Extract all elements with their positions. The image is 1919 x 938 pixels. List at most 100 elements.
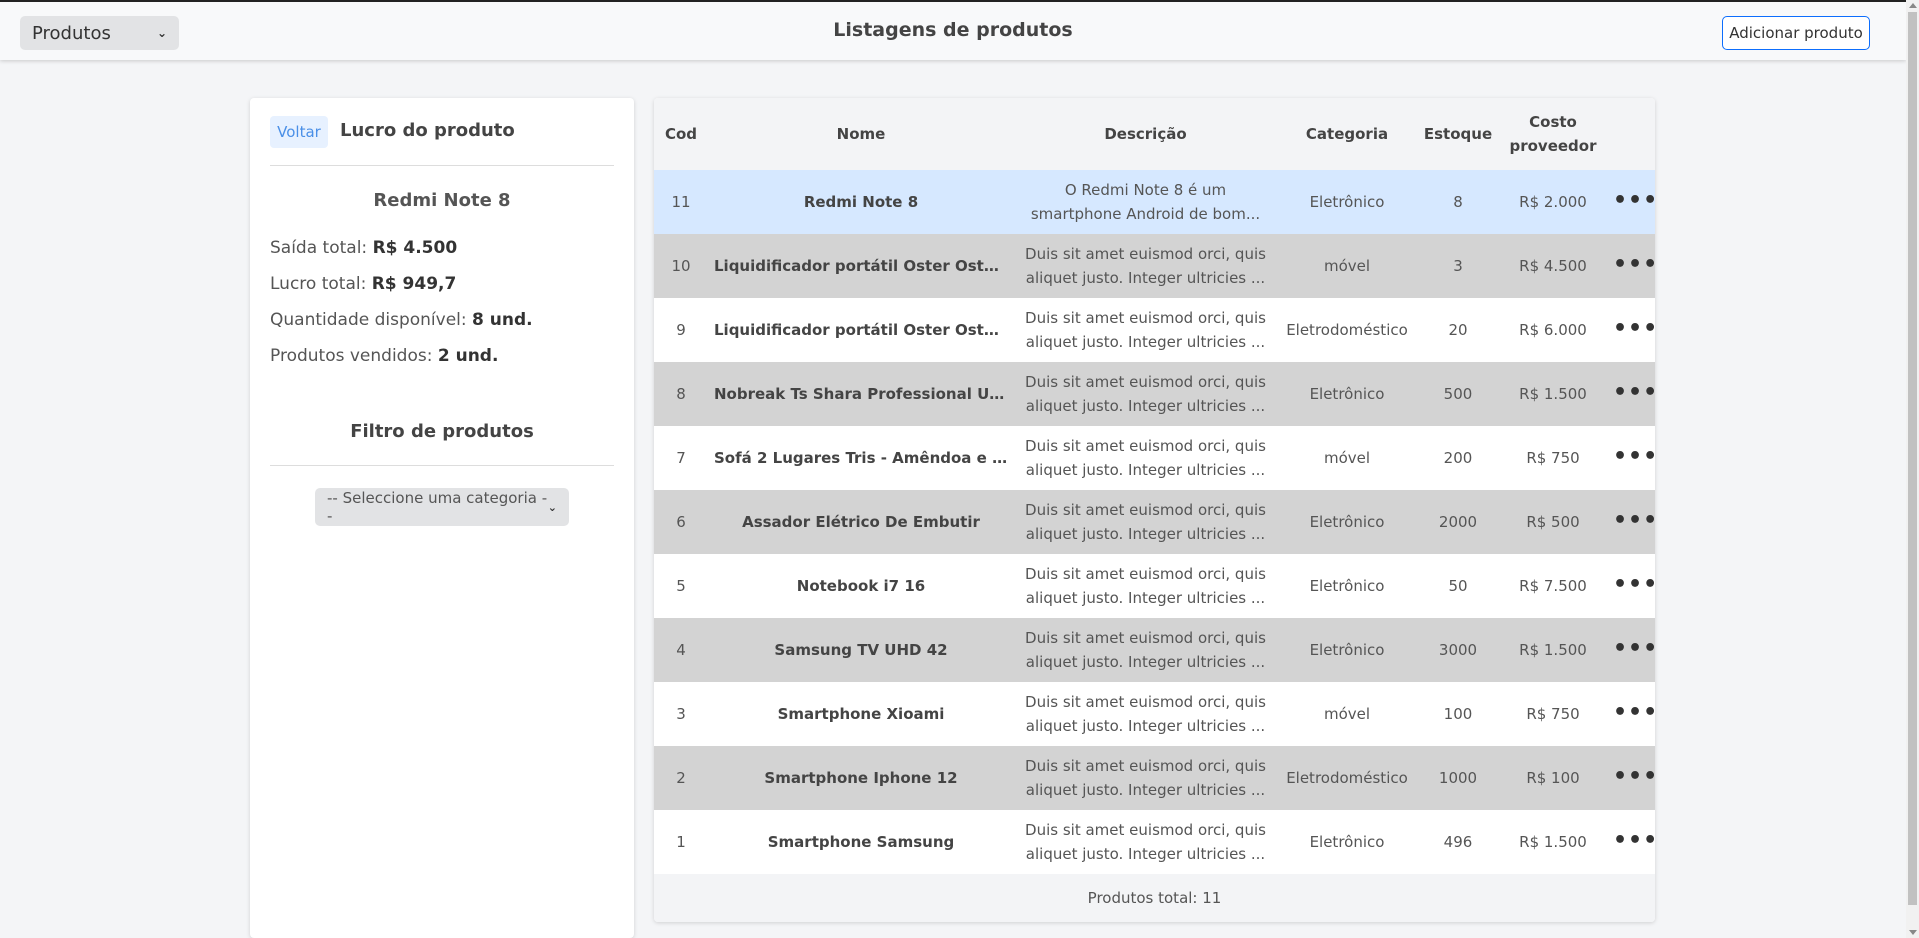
profit-panel-title: Lucro do produto <box>340 120 515 141</box>
cell-supplier-cost: R$ 500 <box>1526 513 1580 531</box>
description-text: Duis sit amet euismod orci, quis aliquet… <box>1025 629 1266 671</box>
cell-category: móvel <box>1323 449 1371 467</box>
cell-name: Nobreak Ts Shara Professional Univers... <box>714 385 1014 403</box>
column-header-category[interactable]: Categoria <box>1277 98 1417 170</box>
table-row[interactable]: 8 Nobreak Ts Shara Professional Univers..… <box>654 362 1655 426</box>
more-horizontal-icon[interactable]: ••• <box>1613 188 1655 213</box>
table-footer-row: Produtos total: 11 <box>654 874 1655 922</box>
more-horizontal-icon[interactable]: ••• <box>1613 636 1655 661</box>
cell-category: Eletrônico <box>1309 513 1385 531</box>
add-product-button[interactable]: Adicionar produto <box>1722 16 1870 50</box>
cell-description: Duis sit amet euismod orci, quis aliquet… <box>1014 234 1277 298</box>
cell-name: Redmi Note 8 <box>803 193 919 211</box>
cell-cod: 2 <box>676 769 686 787</box>
back-button[interactable]: Voltar <box>270 116 328 148</box>
cell-cod: 4 <box>676 641 686 659</box>
table-row[interactable]: 2 Smartphone Iphone 12 Duis sit amet euism… <box>654 746 1655 810</box>
scroll-down-icon[interactable] <box>1909 930 1917 935</box>
table-row[interactable]: 7 Sofá 2 Lugares Tris - Amêndoa e Tecid..… <box>654 426 1655 490</box>
cell-supplier-cost: R$ 750 <box>1526 449 1580 467</box>
cell-name: Smartphone Samsung <box>767 833 955 851</box>
selected-product-name: Redmi Note 8 <box>373 190 511 211</box>
cell-category: móvel <box>1323 257 1371 275</box>
stat-label: Quantidade disponível: <box>270 310 473 330</box>
cell-stock: 20 <box>1448 321 1468 339</box>
row-actions-cell: ••• <box>1607 362 1655 426</box>
description-text: Duis sit amet euismod orci, quis aliquet… <box>1025 437 1266 479</box>
cell-cod: 9 <box>676 321 686 339</box>
description-text: Duis sit amet euismod orci, quis aliquet… <box>1025 565 1266 607</box>
table-row[interactable]: 10 Liquidificador portátil Oster Osterize… <box>654 234 1655 298</box>
row-actions-cell: ••• <box>1607 170 1655 234</box>
products-table: Cod Nome Descrição Categoria Estoque Cos… <box>654 98 1655 922</box>
table-row[interactable]: 4 Samsung TV UHD 42 Duis sit amet euismod … <box>654 618 1655 682</box>
more-horizontal-icon[interactable]: ••• <box>1613 380 1655 405</box>
category-select[interactable]: -- Seleccione uma categoria -- ⌄ <box>315 488 569 526</box>
products-total: Produtos total: 11 <box>1087 889 1222 907</box>
more-horizontal-icon[interactable]: ••• <box>1613 252 1655 277</box>
cell-supplier-cost: R$ 7.500 <box>1519 577 1587 595</box>
cell-supplier-cost: R$ 100 <box>1526 769 1580 787</box>
cell-cod: 10 <box>671 257 691 275</box>
stat-label: Produtos vendidos: <box>270 346 438 366</box>
column-header-stock[interactable]: Estoque <box>1417 98 1499 170</box>
cell-supplier-cost: R$ 2.000 <box>1519 193 1587 211</box>
column-header-description[interactable]: Descrição <box>1014 98 1277 170</box>
divider <box>270 465 614 466</box>
cell-name: Assador Elétrico De Embutir <box>742 513 980 531</box>
cell-supplier-cost: R$ 1.500 <box>1519 833 1587 851</box>
cell-supplier-cost: R$ 1.500 <box>1519 641 1587 659</box>
row-actions-cell: ••• <box>1607 618 1655 682</box>
cell-stock: 3000 <box>1438 641 1478 659</box>
row-actions-cell: ••• <box>1607 682 1655 746</box>
description-text: Duis sit amet euismod orci, quis aliquet… <box>1025 245 1266 287</box>
description-text: Duis sit amet euismod orci, quis aliquet… <box>1025 373 1266 415</box>
cell-stock: 100 <box>1443 705 1473 723</box>
description-text: Duis sit amet euismod orci, quis aliquet… <box>1025 821 1266 863</box>
cell-cod: 1 <box>676 833 686 851</box>
more-horizontal-icon[interactable]: ••• <box>1613 828 1655 853</box>
cell-supplier-cost: R$ 750 <box>1526 705 1580 723</box>
column-header-cod[interactable]: Cod <box>654 98 708 170</box>
cell-category: Eletrônico <box>1309 641 1385 659</box>
column-header-supplier-cost[interactable]: Costo proveedor <box>1499 98 1607 170</box>
row-actions-cell: ••• <box>1607 298 1655 362</box>
table-row[interactable]: 3 Smartphone Xioami Duis sit amet euismod … <box>654 682 1655 746</box>
more-horizontal-icon[interactable]: ••• <box>1613 316 1655 341</box>
description-text: Duis sit amet euismod orci, quis aliquet… <box>1025 757 1266 799</box>
cell-stock: 496 <box>1443 833 1473 851</box>
scroll-up-icon[interactable] <box>1909 3 1917 8</box>
profit-panel: Voltar Lucro do produto Redmi Note 8 Saí… <box>250 98 634 938</box>
cell-category: Eletrônico <box>1309 193 1385 211</box>
table-row[interactable]: 5 Notebook i7 16 Duis sit amet euismod orc… <box>654 554 1655 618</box>
more-horizontal-icon[interactable]: ••• <box>1613 572 1655 597</box>
cell-description: Duis sit amet euismod orci, quis aliquet… <box>1014 746 1277 810</box>
more-horizontal-icon[interactable]: ••• <box>1613 508 1655 533</box>
description-text: Duis sit amet euismod orci, quis aliquet… <box>1025 309 1266 351</box>
more-horizontal-icon[interactable]: ••• <box>1613 764 1655 789</box>
more-horizontal-icon[interactable]: ••• <box>1613 444 1655 469</box>
page-scrollbar[interactable] <box>1906 0 1919 938</box>
table-row[interactable]: 11 Redmi Note 8 O Redmi Note 8 é um smartp… <box>654 170 1655 234</box>
cell-cod: 6 <box>676 513 686 531</box>
table-row[interactable]: 6 Assador Elétrico De Embutir Duis sit ame… <box>654 490 1655 554</box>
stat-value: R$ 4.500 <box>372 238 458 258</box>
column-header-name[interactable]: Nome <box>708 98 1014 170</box>
cell-description: Duis sit amet euismod orci, quis aliquet… <box>1014 426 1277 490</box>
table-row[interactable]: 1 Smartphone Samsung Duis sit amet euismod… <box>654 810 1655 874</box>
more-horizontal-icon[interactable]: ••• <box>1613 700 1655 725</box>
cell-description: Duis sit amet euismod orci, quis aliquet… <box>1014 362 1277 426</box>
cell-cod: 3 <box>676 705 686 723</box>
stat-available-quantity: Quantidade disponível: 8 und. <box>270 310 533 330</box>
row-actions-cell: ••• <box>1607 490 1655 554</box>
cell-stock: 200 <box>1443 449 1473 467</box>
description-text: Duis sit amet euismod orci, quis aliquet… <box>1025 693 1266 735</box>
row-actions-cell: ••• <box>1607 426 1655 490</box>
table-row[interactable]: 9 Liquidificador portátil Oster Osterizer… <box>654 298 1655 362</box>
row-actions-cell: ••• <box>1607 810 1655 874</box>
scrollbar-thumb[interactable] <box>1908 12 1917 905</box>
cell-cod: 7 <box>676 449 686 467</box>
cell-category: Eletrodoméstico <box>1286 321 1408 339</box>
description-text: O Redmi Note 8 é um smartphone Android d… <box>1030 181 1261 223</box>
category-select-value: -- Seleccione uma categoria -- <box>327 489 548 525</box>
